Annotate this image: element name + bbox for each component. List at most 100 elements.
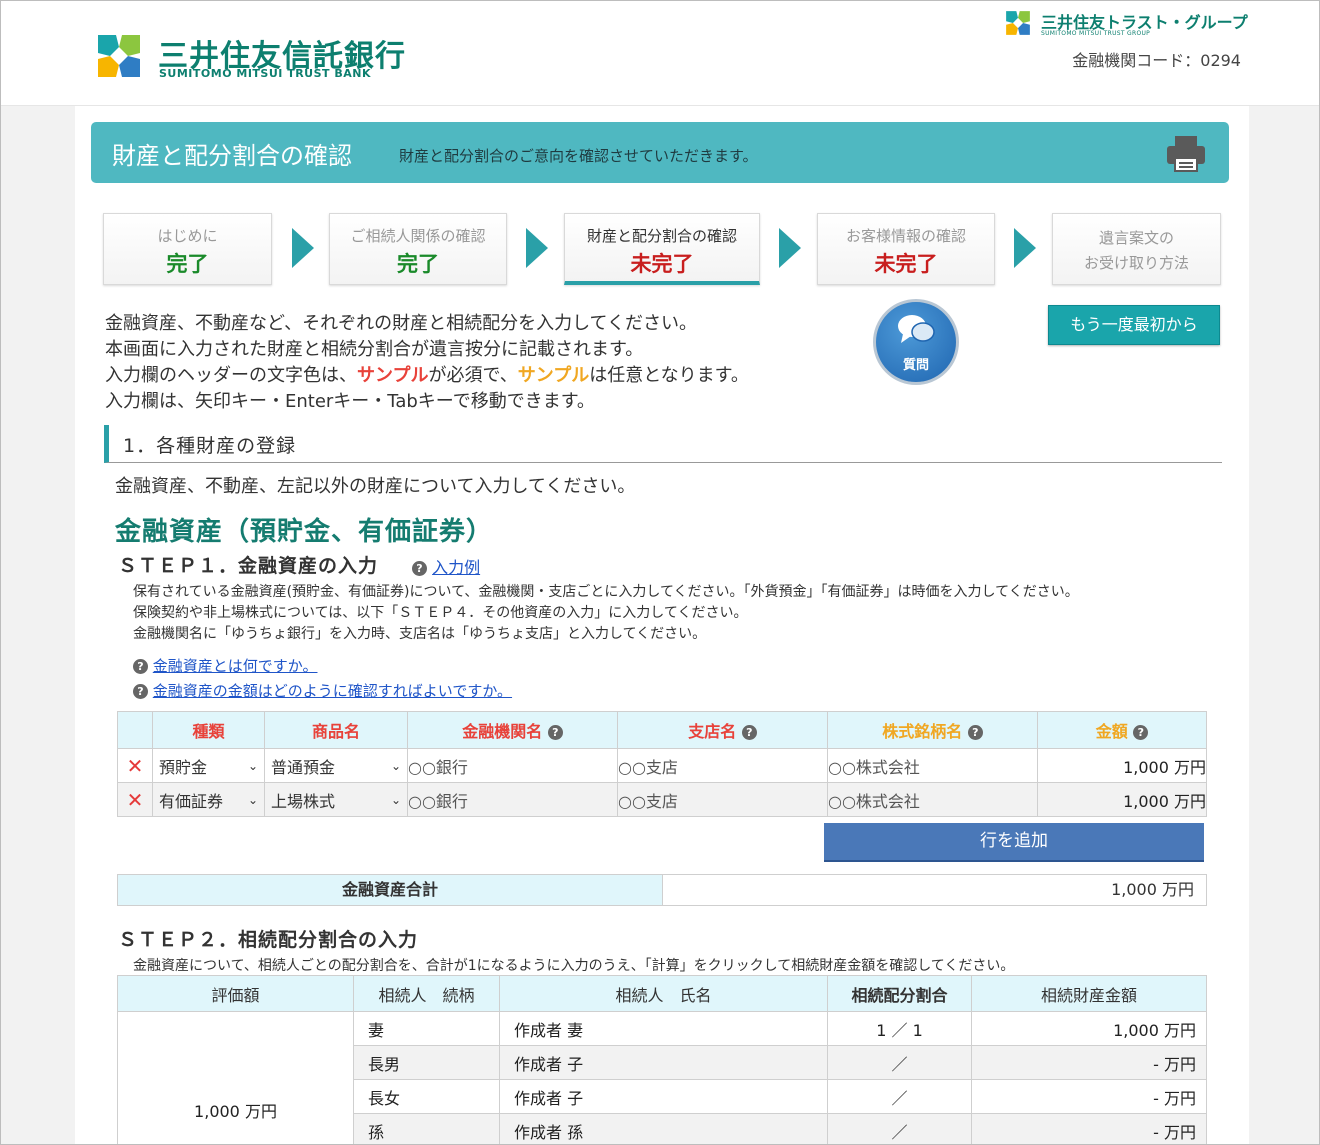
- step1-note: 保有されている金融資産(預貯金、有価証券)について、金融機関・支店ごとに入力して…: [133, 584, 1079, 600]
- help-icon[interactable]: ?: [967, 725, 983, 740]
- step2-note: 金融資産について、相続人ごとの配分割合を、合計が1になるように入力のうえ、「計算…: [133, 958, 1015, 974]
- header-type: 種類: [152, 711, 265, 749]
- heir-relation: 長女: [353, 1079, 500, 1114]
- help-icon[interactable]: ?: [741, 725, 757, 740]
- step1-note: 保険契約や非上場株式については、以下「ＳＴＥＰ４．その他資産の入力」に入力してく…: [133, 605, 748, 621]
- printer-icon[interactable]: [1165, 132, 1207, 174]
- restart-button[interactable]: もう一度最初から: [1048, 305, 1220, 345]
- inherited-amount: - 万円: [971, 1079, 1207, 1114]
- intro-line: 金融資産、不動産など、それぞれの財産と相続配分を入力してください。: [105, 313, 698, 334]
- type-select[interactable]: 有価証券 ⌄: [152, 782, 265, 817]
- branch-input[interactable]: ○○支店: [617, 782, 828, 817]
- distribution-table: 評価額 相続人 続柄 相続人 氏名 相続配分割合 相続財産金額 1,000 万円…: [117, 975, 1207, 1144]
- delete-row-icon[interactable]: ✕: [117, 748, 153, 783]
- header-stock: 株式銘柄名 ?: [827, 711, 1038, 749]
- inherited-amount: - 万円: [971, 1113, 1207, 1144]
- institution-input[interactable]: ○○銀行: [407, 782, 618, 817]
- heir-name: 作成者 孫: [499, 1113, 828, 1144]
- step-arrow-icon: [1014, 228, 1036, 268]
- page-titlebar: 財産と配分割合の確認 財産と配分割合のご意向を確認させていただきます。: [91, 122, 1229, 183]
- help-icon[interactable]: ?: [1133, 725, 1149, 740]
- header-amount: 金額 ?: [1037, 711, 1207, 749]
- step-intro-status: 完了: [166, 252, 209, 276]
- header-branch: 支店名 ?: [617, 711, 828, 749]
- header-heir-name: 相続人 氏名: [499, 975, 828, 1012]
- faq-item: ? 金融資産とは何ですか。: [133, 655, 317, 676]
- step-will-delivery-label: 遺言案文の お受け取り方法: [1083, 229, 1189, 272]
- step-intro[interactable]: はじめに 完了: [103, 213, 272, 285]
- ratio-input[interactable]: ／: [827, 1079, 972, 1114]
- help-icon: ?: [133, 684, 148, 699]
- question-button[interactable]: 質問: [873, 299, 959, 385]
- help-icon: ?: [412, 561, 427, 576]
- chevron-down-icon: ⌄: [390, 792, 401, 807]
- step-assets-ratio-label: 財産と配分割合の確認: [586, 227, 737, 245]
- ratio-input[interactable]: ／: [827, 1113, 972, 1144]
- step2-title: ＳＴＥＰ２．相続配分割合の入力: [118, 929, 419, 951]
- section-heading-text: 1．各種財産の登録: [123, 435, 297, 457]
- step-intro-label: はじめに: [157, 227, 218, 245]
- amount-input[interactable]: 1,000 万円: [1037, 748, 1207, 783]
- optional-sample: サンプル: [517, 365, 590, 386]
- group-logo-icon: [1006, 11, 1030, 35]
- input-example: ? 入力例: [412, 554, 480, 578]
- step1-note: 金融機関名に「ゆうちょ銀行」を入力時、支店名は「ゆうちょ支店」と入力してください…: [133, 626, 707, 642]
- section-heading: 1．各種財産の登録: [104, 425, 1222, 463]
- heir-relation: 長男: [353, 1045, 500, 1080]
- chat-bubble-icon: [898, 315, 935, 343]
- heir-relation: 妻: [353, 1011, 500, 1046]
- section-description: 金融資産、不動産、左記以外の財産について入力してください。: [115, 476, 636, 497]
- type-select[interactable]: 預貯金 ⌄: [152, 748, 265, 783]
- stock-input[interactable]: ○○株式会社: [827, 782, 1038, 817]
- step-arrow-icon: [292, 228, 314, 268]
- header-institution: 金融機関名 ?: [407, 711, 618, 749]
- table-row: 1,000 万円 妻 作成者 妻 1 ／ 1 1,000 万円: [117, 1011, 1207, 1144]
- page-subtitle: 財産と配分割合のご意向を確認させていただきます。: [399, 147, 758, 165]
- valuation-cell: 1,000 万円: [117, 1011, 354, 1144]
- intro-line: 本画面に入力された財産と相続分割合が遺言按分に記載されます。: [105, 339, 644, 360]
- heir-relation: 孫: [353, 1113, 500, 1144]
- bank-logo-icon: [96, 33, 142, 79]
- inherited-amount: 1,000 万円: [971, 1011, 1207, 1046]
- branch-input[interactable]: ○○支店: [617, 748, 828, 783]
- step-customer-info-status: 未完了: [874, 252, 938, 276]
- step-heir-relation-label: ご相続人関係の確認: [350, 227, 486, 245]
- input-example-link[interactable]: 入力例: [432, 558, 480, 577]
- header-product: 商品名: [264, 711, 408, 749]
- question-button-label: 質問: [902, 358, 929, 373]
- faq-link[interactable]: 金融資産とは何ですか。: [153, 657, 318, 675]
- financial-total-label: 金融資産合計: [118, 875, 663, 905]
- delete-row-icon[interactable]: ✕: [117, 782, 153, 817]
- institution-input[interactable]: ○○銀行: [407, 748, 618, 783]
- header-blank: [117, 711, 153, 749]
- step-assets-ratio[interactable]: 財産と配分割合の確認 未完了: [564, 213, 760, 285]
- bank-name-en: SUMITOMO MITSUI TRUST BANK: [159, 67, 371, 80]
- step-heir-relation[interactable]: ご相続人関係の確認 完了: [329, 213, 507, 285]
- step-arrow-icon: [526, 228, 548, 268]
- step-arrow-icon: [779, 228, 801, 268]
- chevron-down-icon: ⌄: [247, 758, 258, 773]
- ratio-input[interactable]: 1 ／ 1: [827, 1011, 972, 1046]
- add-row-button[interactable]: 行を追加: [824, 823, 1204, 862]
- step-assets-ratio-status: 未完了: [630, 252, 694, 276]
- step-will-delivery[interactable]: 遺言案文の お受け取り方法: [1052, 213, 1221, 285]
- help-icon[interactable]: ?: [547, 725, 563, 740]
- financial-assets-title: 金融資産（預貯金、有価証券）: [115, 517, 494, 547]
- header-ratio: 相続配分割合: [827, 975, 972, 1012]
- faq-link[interactable]: 金融資産の金額はどのように確認すればよいですか。: [153, 682, 512, 700]
- ratio-input[interactable]: ／: [827, 1045, 972, 1080]
- help-icon: ?: [133, 659, 148, 674]
- product-select[interactable]: 普通預金 ⌄: [264, 748, 408, 783]
- site-header: 三井住友信託銀行 SUMITOMO MITSUI TRUST BANK 三井住友…: [1, 1, 1319, 106]
- stock-input[interactable]: ○○株式会社: [827, 748, 1038, 783]
- required-sample: サンプル: [357, 365, 429, 386]
- step-customer-info[interactable]: お客様情報の確認 未完了: [817, 213, 995, 285]
- faq-item: ? 金融資産の金額はどのように確認すればよいですか。: [133, 680, 512, 701]
- page-frame: 三井住友信託銀行 SUMITOMO MITSUI TRUST BANK 三井住友…: [0, 0, 1320, 1145]
- intro-text: 金融資産、不動産など、それぞれの財産と相続配分を入力してください。 本画面に入力…: [105, 311, 749, 415]
- heir-name: 作成者 妻: [499, 1011, 828, 1046]
- table-row: ✕ 預貯金 ⌄ 普通預金 ⌄ ○○銀行 ○○支店 ○○株式会社 1,000 万円: [117, 748, 1207, 783]
- header-valuation: 評価額: [117, 975, 354, 1012]
- amount-input[interactable]: 1,000 万円: [1037, 782, 1207, 817]
- product-select[interactable]: 上場株式 ⌄: [264, 782, 408, 817]
